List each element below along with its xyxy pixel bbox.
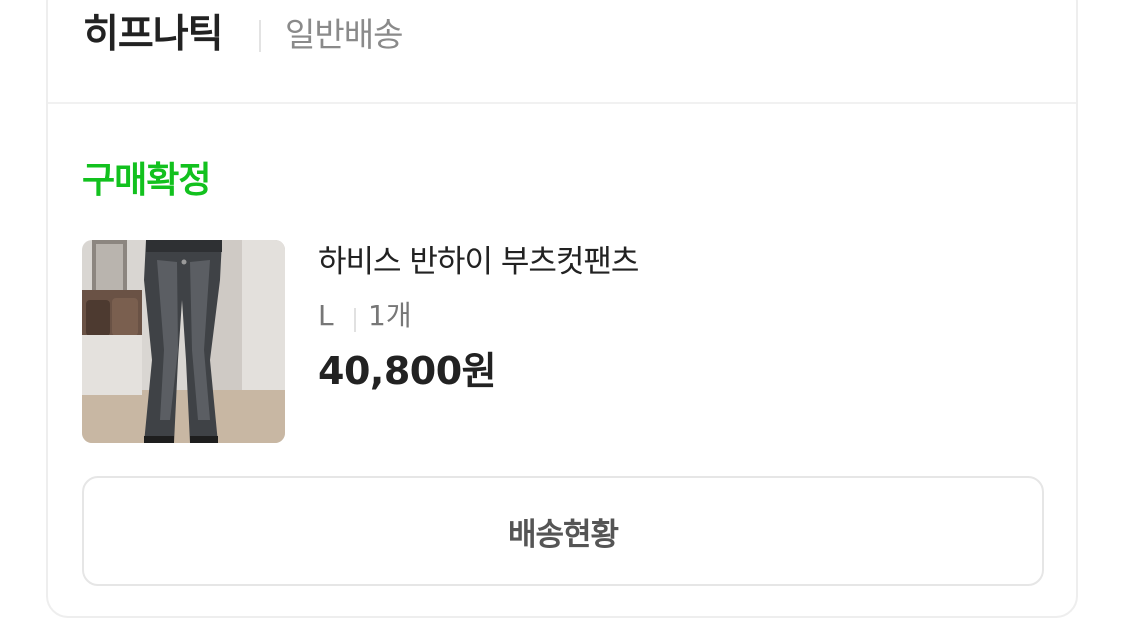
order-card-header: 히프나틱 일반배송 xyxy=(48,2,1076,104)
track-delivery-button[interactable]: 배송현황 xyxy=(82,476,1044,586)
shop-name[interactable]: 히프나틱 xyxy=(83,10,224,60)
product-title[interactable]: 하비스 반하이 부츠컷팬츠 xyxy=(318,240,639,284)
order-status: 구매확정 xyxy=(82,160,211,201)
jeans-photo-icon xyxy=(82,240,285,443)
order-card: 히프나틱 일반배송 구매확정 하비스 반하이 부츠컷팬츠 L 1개 40,800… xyxy=(46,0,1078,618)
product-thumbnail[interactable] xyxy=(82,240,285,443)
option-divider xyxy=(354,308,356,332)
header-divider xyxy=(259,20,261,52)
shipping-type-label: 일반배송 xyxy=(285,15,403,54)
product-price: 40,800원 xyxy=(318,349,497,393)
product-option-quantity: 1개 xyxy=(368,299,412,332)
product-option-size: L xyxy=(318,299,334,332)
track-delivery-label: 배송현황 xyxy=(507,516,619,553)
